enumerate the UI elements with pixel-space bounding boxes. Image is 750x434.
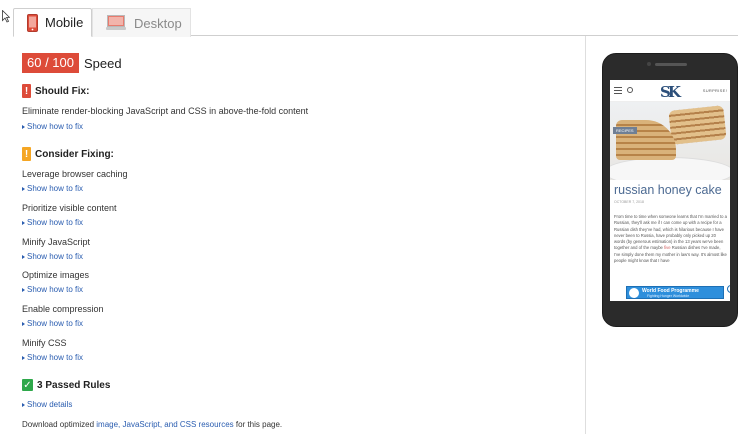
tab-mobile-label: Mobile: [45, 15, 84, 30]
rule-title: Minify JavaScript: [22, 237, 91, 247]
passed-rules-heading: ✓ 3 Passed Rules: [22, 379, 111, 391]
tab-mobile[interactable]: Mobile: [13, 8, 92, 37]
mouse-cursor-icon: [2, 10, 10, 23]
plate: [610, 157, 730, 180]
caret-right-icon: [22, 321, 25, 326]
post-body: From time to time when someone learns th…: [614, 214, 727, 264]
post-date: OCTOBER 7, 2018: [614, 200, 644, 204]
rule-title: Enable compression: [22, 304, 104, 314]
should-fix-heading: ! Should Fix:: [22, 84, 89, 98]
site-logo: SK: [660, 83, 681, 101]
cake-photo: RECIPES: [610, 102, 730, 180]
ad-subtitle: Fighting Hunger Worldwide: [647, 294, 690, 298]
caret-right-icon: [22, 124, 25, 129]
score-badge: 60 / 100: [22, 53, 79, 73]
phone-speaker: [655, 63, 687, 66]
search-icon: [627, 87, 633, 93]
desktop-monitor-icon: [106, 15, 126, 30]
mobile-phone-icon: [27, 13, 38, 32]
warning-orange-icon: !: [22, 147, 31, 161]
cake-slice-front: [616, 120, 676, 160]
score-label: Speed: [84, 55, 122, 71]
caret-right-icon: [22, 186, 25, 191]
show-how-to-fix-link[interactable]: Show how to fix: [22, 353, 83, 362]
checkmark-icon: ✓: [22, 379, 33, 391]
show-how-to-fix-link[interactable]: Show how to fix: [22, 218, 83, 227]
show-how-to-fix-link[interactable]: Show how to fix: [22, 285, 83, 294]
rule-title: Optimize images: [22, 270, 90, 280]
rule-title: Minify CSS: [22, 338, 67, 348]
show-how-to-fix-link[interactable]: Show how to fix: [22, 184, 83, 193]
speed-score: 60 / 100 Speed: [22, 53, 122, 73]
menu-icon: [614, 87, 622, 94]
show-how-to-fix-link[interactable]: Show how to fix: [22, 122, 83, 131]
post-title: russian honey cake: [614, 183, 722, 197]
cake-slice-back: [668, 105, 727, 145]
phone-camera: [647, 62, 651, 66]
recipes-tag: RECIPES: [613, 127, 637, 134]
show-how-to-fix-link[interactable]: Show how to fix: [22, 252, 83, 261]
tab-bar: Mobile Desktop: [13, 8, 738, 37]
preview-screen: SK SURPRISE! RECIPES russian honey cake …: [610, 80, 730, 301]
preview-header: SK SURPRISE!: [610, 80, 730, 102]
caret-right-icon: [22, 254, 25, 259]
caret-right-icon: [22, 355, 25, 360]
panel-divider: [585, 36, 586, 434]
download-resources-link[interactable]: image, JavaScript, and CSS resources: [96, 420, 233, 429]
download-resources-text: Download optimized image, JavaScript, an…: [22, 420, 283, 429]
caret-right-icon: [22, 220, 25, 225]
tab-desktop-label: Desktop: [134, 15, 182, 31]
consider-fixing-heading: ! Consider Fixing:: [22, 147, 114, 161]
caret-right-icon: [22, 402, 25, 407]
wfp-logo-icon: [629, 288, 639, 298]
rule-title: Leverage browser caching: [22, 169, 128, 179]
close-icon: ×: [727, 285, 730, 293]
caret-right-icon: [22, 287, 25, 292]
mobile-preview-phone: SK SURPRISE! RECIPES russian honey cake …: [602, 53, 738, 327]
rule-title: Prioritize visible content: [22, 203, 117, 213]
ad-banner: World Food Programme Fighting Hunger Wor…: [626, 285, 730, 299]
show-how-to-fix-link[interactable]: Show how to fix: [22, 319, 83, 328]
show-details-link[interactable]: Show details: [22, 400, 72, 409]
rule-title: Eliminate render-blocking JavaScript and…: [22, 106, 309, 116]
tab-desktop[interactable]: Desktop: [92, 8, 191, 37]
surprise-link: SURPRISE!: [702, 88, 727, 93]
warning-red-icon: !: [22, 84, 31, 98]
